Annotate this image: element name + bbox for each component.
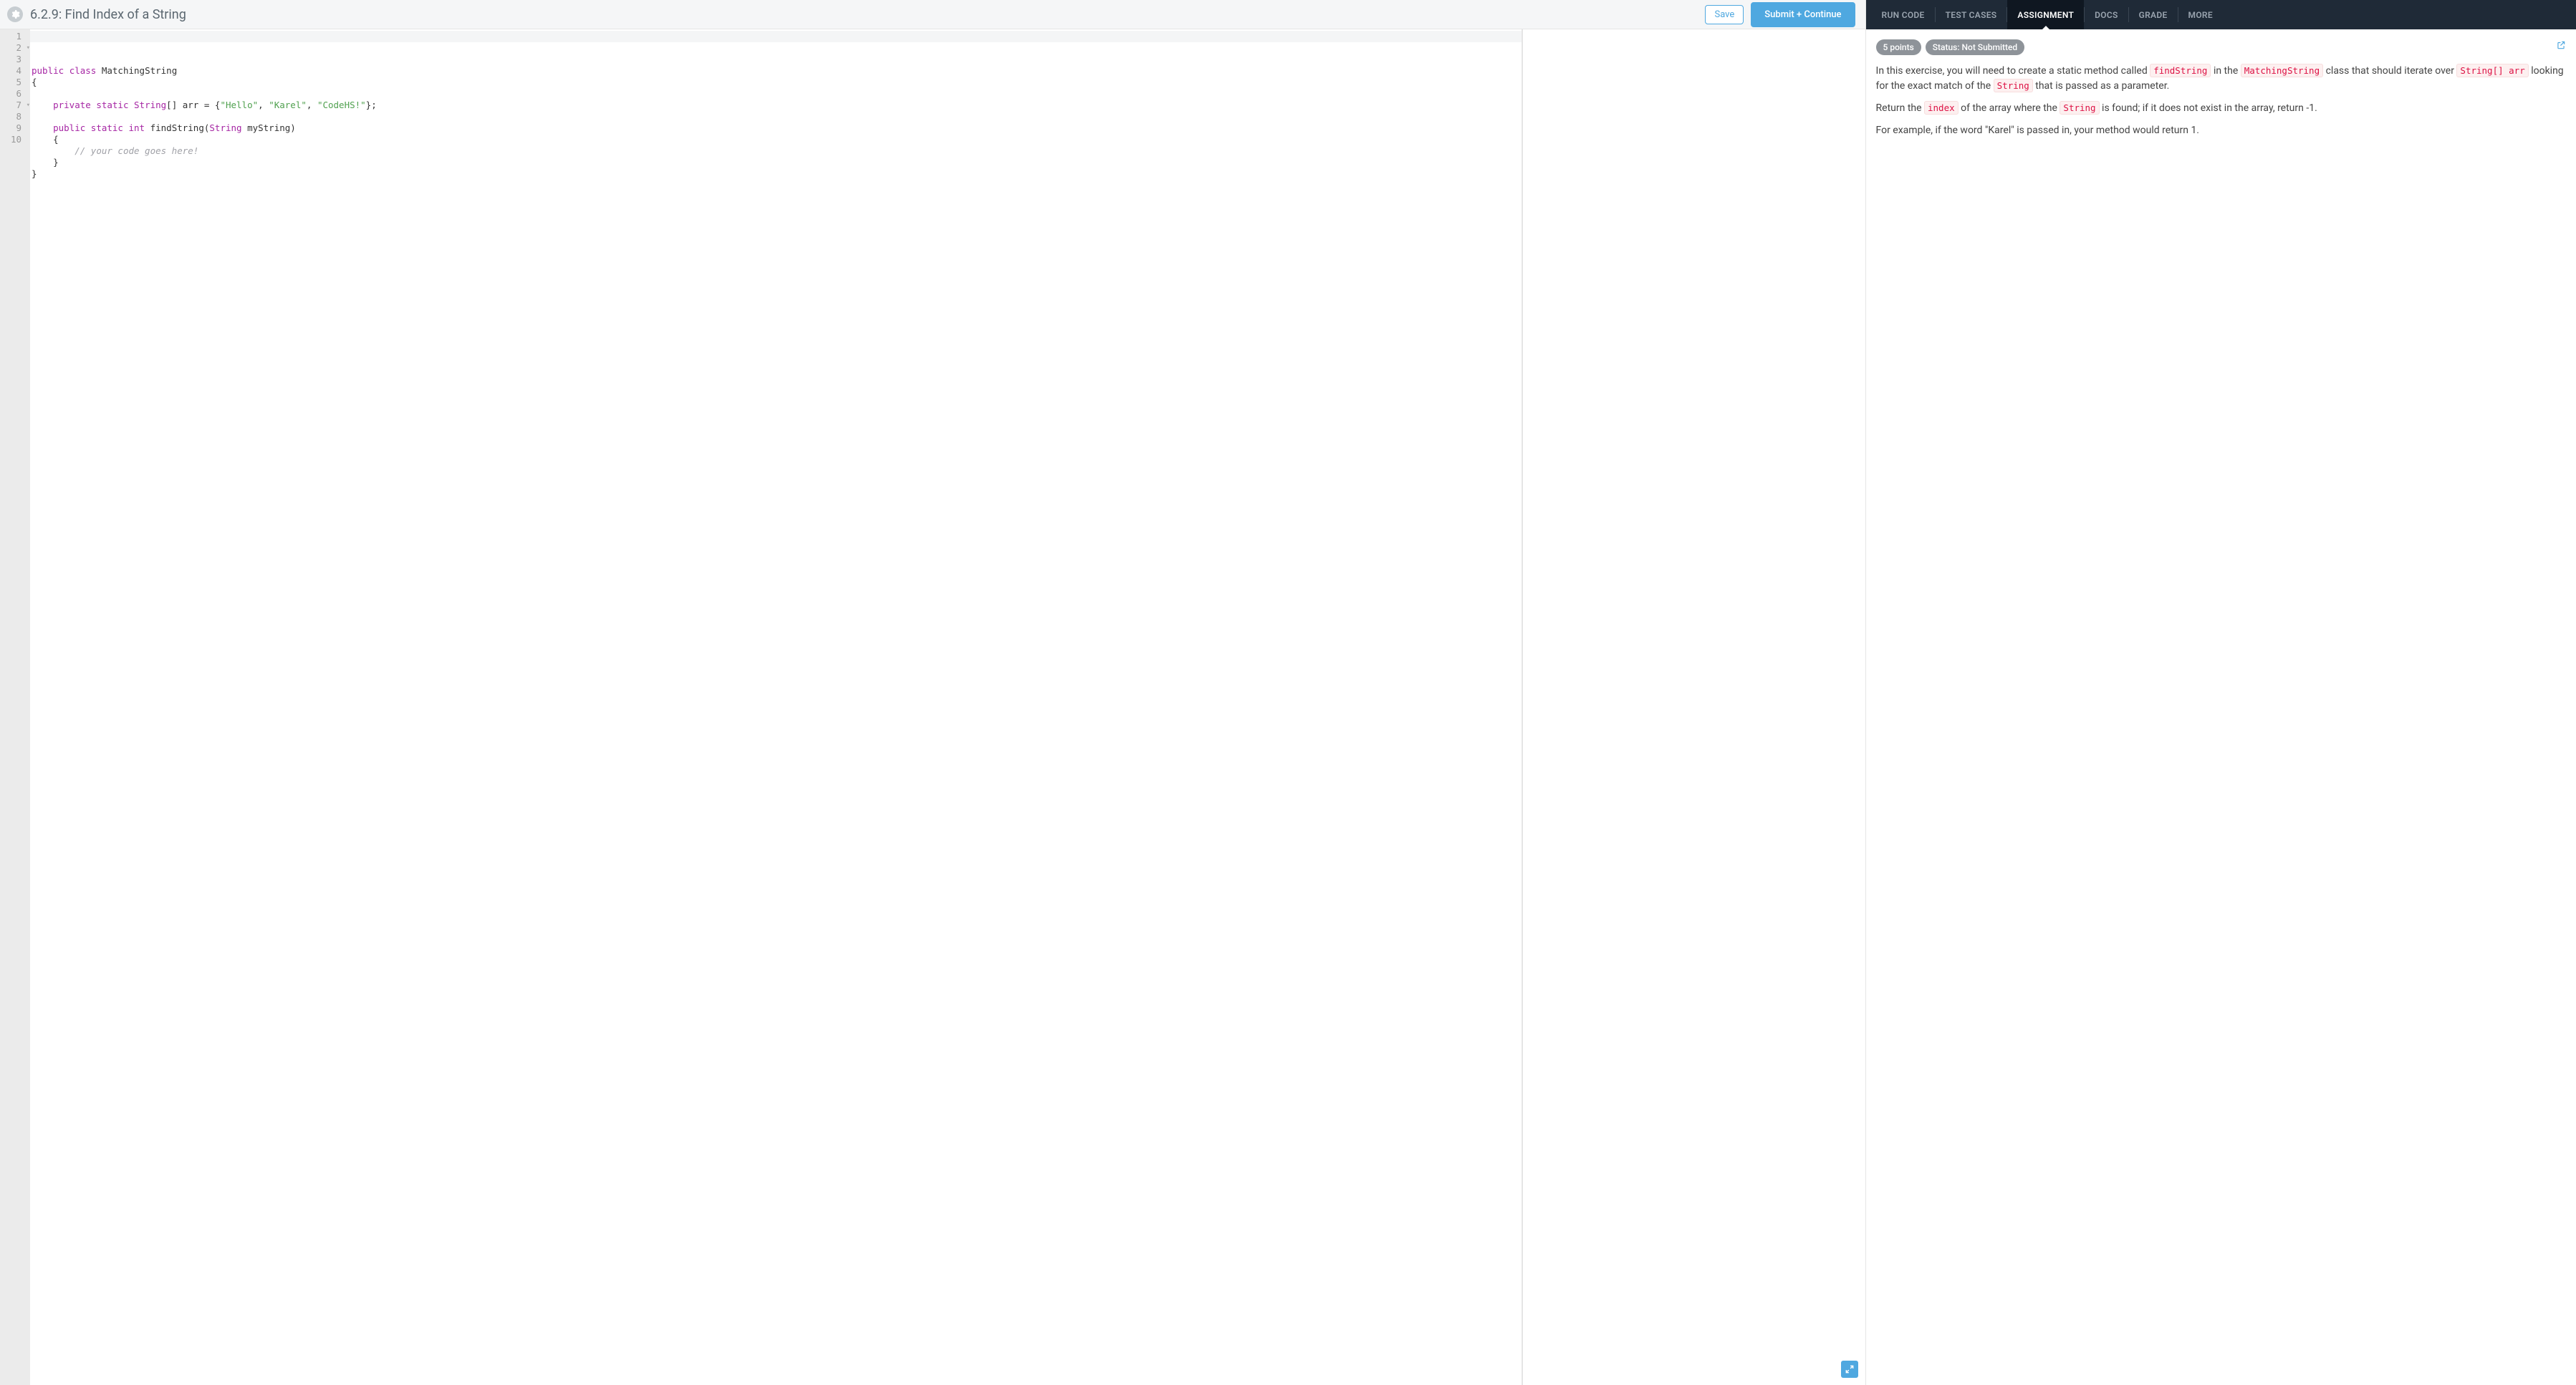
code-String-arr: String[] arr — [2456, 64, 2528, 77]
gear-icon — [7, 6, 23, 22]
code-area[interactable]: public class MatchingString{ private sta… — [30, 29, 1522, 1385]
assignment-instructions: 5 points Status: Not Submitted In this e… — [1866, 29, 2576, 155]
code-line[interactable]: { — [32, 134, 1522, 145]
tab-grade[interactable]: GRADE — [2129, 0, 2178, 29]
line-number: 1 — [0, 31, 30, 42]
code-findString: findString — [2150, 64, 2211, 77]
code-line[interactable]: // your code goes here! — [32, 145, 1522, 157]
code-line[interactable]: { — [32, 77, 1522, 88]
code-index: index — [1924, 101, 1959, 115]
tab-run-code[interactable]: RUN CODE — [1872, 0, 1935, 29]
save-button[interactable]: Save — [1705, 5, 1744, 24]
line-gutter: 12345678910 — [0, 29, 30, 1385]
code-line[interactable] — [32, 111, 1522, 122]
code-String2: String — [2060, 101, 2099, 115]
code-editor[interactable]: 12345678910 public class MatchingString{… — [0, 29, 1522, 1385]
line-number: 7 — [0, 100, 30, 111]
popout-icon[interactable] — [2556, 40, 2566, 55]
line-number: 8 — [0, 111, 30, 122]
line-number: 9 — [0, 122, 30, 134]
top-bar: 6.2.9: Find Index of a String Save Submi… — [0, 0, 1865, 29]
code-line[interactable]: public class MatchingString — [32, 65, 1522, 77]
active-line-highlight — [30, 31, 1522, 42]
points-badge: 5 points — [1876, 39, 1921, 55]
tab-docs[interactable]: DOCS — [2085, 0, 2128, 29]
code-line[interactable]: } — [32, 157, 1522, 168]
page-title: 6.2.9: Find Index of a String — [30, 7, 186, 22]
line-number: 10 — [0, 134, 30, 145]
code-String: String — [1994, 79, 2033, 92]
line-number: 6 — [0, 88, 30, 100]
instruction-paragraph: For example, if the word "Karel" is pass… — [1876, 123, 2566, 138]
tab-assignment[interactable]: ASSIGNMENT — [2007, 0, 2084, 29]
instruction-paragraph: In this exercise, you will need to creat… — [1876, 64, 2566, 94]
status-badge: Status: Not Submitted — [1926, 39, 2024, 55]
tabs-bar: RUN CODETEST CASESASSIGNMENTDOCSGRADEMOR… — [1866, 0, 2576, 29]
code-line[interactable]: } — [32, 168, 1522, 180]
side-panel: RUN CODETEST CASESASSIGNMENTDOCSGRADEMOR… — [1865, 0, 2576, 1385]
expand-icon[interactable] — [1841, 1361, 1858, 1378]
code-line[interactable] — [32, 88, 1522, 100]
code-MatchingString: MatchingString — [2241, 64, 2323, 77]
line-number: 5 — [0, 77, 30, 88]
instruction-paragraph: Return the index of the array where the … — [1876, 101, 2566, 116]
submit-continue-button[interactable]: Submit + Continue — [1751, 2, 1855, 27]
console-pane — [1523, 29, 1865, 1385]
tab-more[interactable]: MORE — [2178, 0, 2223, 29]
code-line[interactable]: private static String[] arr = {"Hello", … — [32, 100, 1522, 111]
code-line[interactable]: public static int findString(String mySt… — [32, 122, 1522, 134]
line-number: 4 — [0, 65, 30, 77]
line-number: 2 — [0, 42, 30, 54]
tab-test-cases[interactable]: TEST CASES — [1936, 0, 2007, 29]
line-number: 3 — [0, 54, 30, 65]
